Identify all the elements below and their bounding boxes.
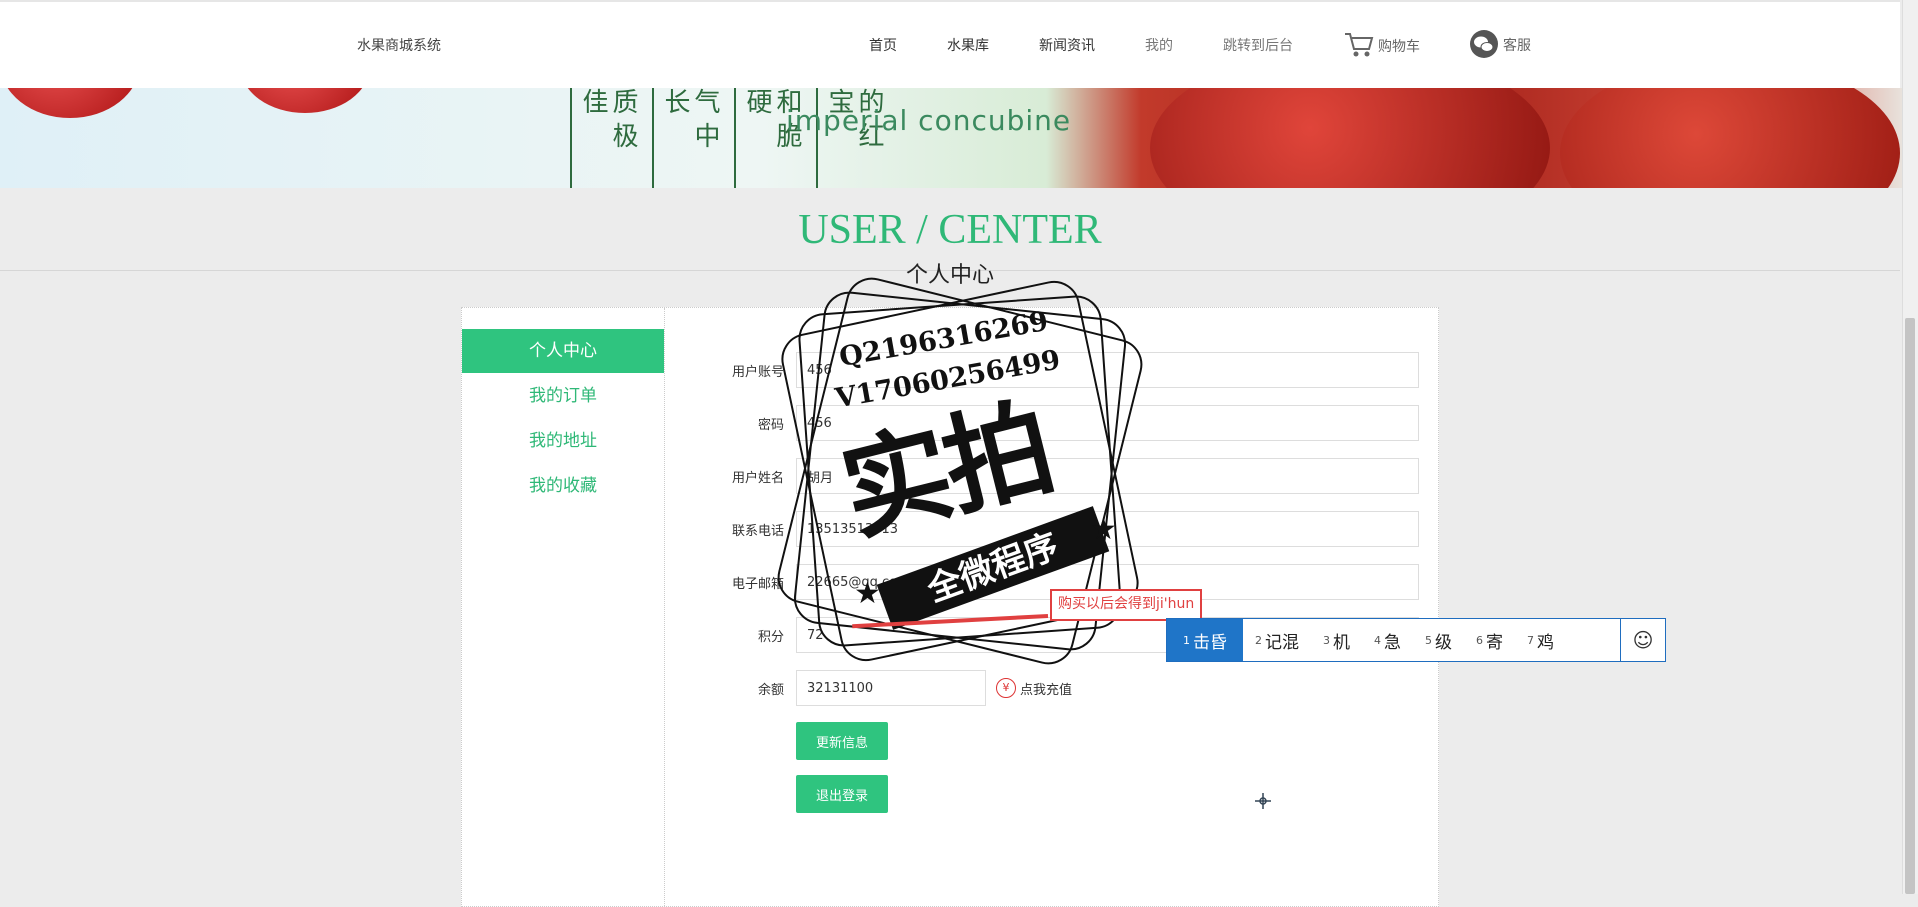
purchase-tooltip: 购买以后会得到ji'hun [1050,589,1203,621]
sidebar-item-profile[interactable]: 个人中心 [462,329,664,373]
banner-image: 质极佳 气中长 和脆硬 的红宝 imperial concubine [0,88,1902,188]
nav-service-label: 客服 [1503,38,1531,54]
candidate-number: 2 [1255,633,1262,647]
sidebar-item-favorites[interactable]: 我的收藏 [462,464,664,508]
poem-column: 气中长 [652,88,720,188]
page-subtitle: 个人中心 [905,263,994,288]
form-row-balance: 余额 ¥ 点我充值 [702,668,1072,708]
candidate-text: 急 [1384,632,1401,653]
poem-column: 的红宝 [816,88,884,188]
candidate-text: 机 [1333,632,1350,653]
recharge-link[interactable]: ¥ 点我充值 [996,678,1072,698]
candidate-number: 3 [1323,633,1330,647]
apple-decoration [240,88,370,113]
candidate-number: 1 [1183,633,1190,647]
candidate-number: 7 [1527,633,1534,647]
account-input[interactable] [796,352,1419,388]
balance-label: 余额 [757,682,784,698]
user-center-panel: 个人中心 我的订单 我的地址 我的收藏 用户账号 密码 用户姓名 联系电话 电子… [461,307,1439,907]
apple-decoration [1560,88,1900,188]
candidate-text: 寄 [1486,632,1503,653]
phone-label: 联系电话 [731,523,784,539]
top-navigation-bar: 水果商城系统 首页 水果库 新闻资讯 我的 跳转到后台 购物车 客服 [0,0,1900,88]
nav-home[interactable]: 首页 [869,35,897,55]
account-label: 用户账号 [731,364,784,380]
apple-decoration [0,88,140,118]
password-label: 密码 [757,417,784,433]
poem-column: 和脆硬 [734,88,802,188]
nav-service[interactable]: 客服 [1469,29,1531,63]
ime-candidate[interactable]: 3机 [1311,619,1362,661]
sidebar-item-addresses[interactable]: 我的地址 [462,419,664,463]
phone-input[interactable] [796,511,1419,547]
recharge-label: 点我充值 [1020,682,1073,698]
nav-fruit-library[interactable]: 水果库 [947,35,989,55]
candidate-text: 记混 [1265,632,1299,653]
sidebar-item-orders[interactable]: 我的订单 [462,374,664,418]
points-label: 积分 [757,629,784,645]
smiley-icon[interactable]: ☺ [1620,619,1665,661]
candidate-text: 鸡 [1537,632,1554,653]
name-label: 用户姓名 [731,470,784,486]
nav-cart[interactable]: 购物车 [1344,31,1420,63]
balance-input[interactable] [796,670,986,706]
user-sidebar: 个人中心 我的订单 我的地址 我的收藏 [462,308,665,906]
candidate-number: 4 [1374,633,1381,647]
candidate-text: 级 [1435,632,1452,653]
nav-mine[interactable]: 我的 [1145,35,1173,55]
wechat-icon [1469,29,1499,63]
email-label: 电子邮箱 [731,576,784,592]
name-input[interactable] [796,458,1419,494]
nav-admin[interactable]: 跳转到后台 [1223,35,1293,55]
form-row-password: 密码 [702,403,1419,443]
page-title: USER / CENTER [798,207,1102,253]
ime-candidate[interactable]: 6寄 [1464,619,1515,661]
ime-candidate[interactable]: 1 击昏 [1167,619,1243,661]
ime-candidate-bar: 1 击昏 2 记混 3机 4急 5级 6寄 7鸡 ☺ [1166,618,1666,662]
update-info-button[interactable]: 更新信息 [796,722,888,760]
logout-button[interactable]: 退出登录 [796,775,888,813]
yen-icon: ¥ [996,678,1016,698]
poem-column: 质极佳 [570,88,638,188]
banner-english-text: imperial concubine [786,104,1072,137]
candidate-number: 6 [1476,633,1483,647]
candidate-number: 5 [1425,633,1432,647]
ime-candidate[interactable]: 5级 [1413,619,1464,661]
apple-decoration [1150,88,1550,188]
ime-candidate[interactable]: 4急 [1362,619,1413,661]
scrollbar-thumb[interactable] [1905,318,1915,894]
main-nav: 首页 水果库 新闻资讯 我的 跳转到后台 购物车 客服 [0,30,1900,59]
form-row-account: 用户账号 [702,350,1419,390]
candidate-text: 击昏 [1193,632,1227,653]
nav-news[interactable]: 新闻资讯 [1039,35,1095,55]
ime-candidate[interactable]: 7鸡 [1515,619,1566,661]
nav-cart-label: 购物车 [1378,39,1420,55]
cart-icon [1344,31,1374,63]
crosshair-cursor-icon [1255,793,1271,809]
form-row-name: 用户姓名 [702,456,1419,496]
form-row-phone: 联系电话 [702,509,1419,549]
ime-candidate[interactable]: 2 记混 [1243,619,1311,661]
password-input[interactable] [796,405,1419,441]
banner-poem: 质极佳 气中长 和脆硬 的红宝 [570,88,884,188]
